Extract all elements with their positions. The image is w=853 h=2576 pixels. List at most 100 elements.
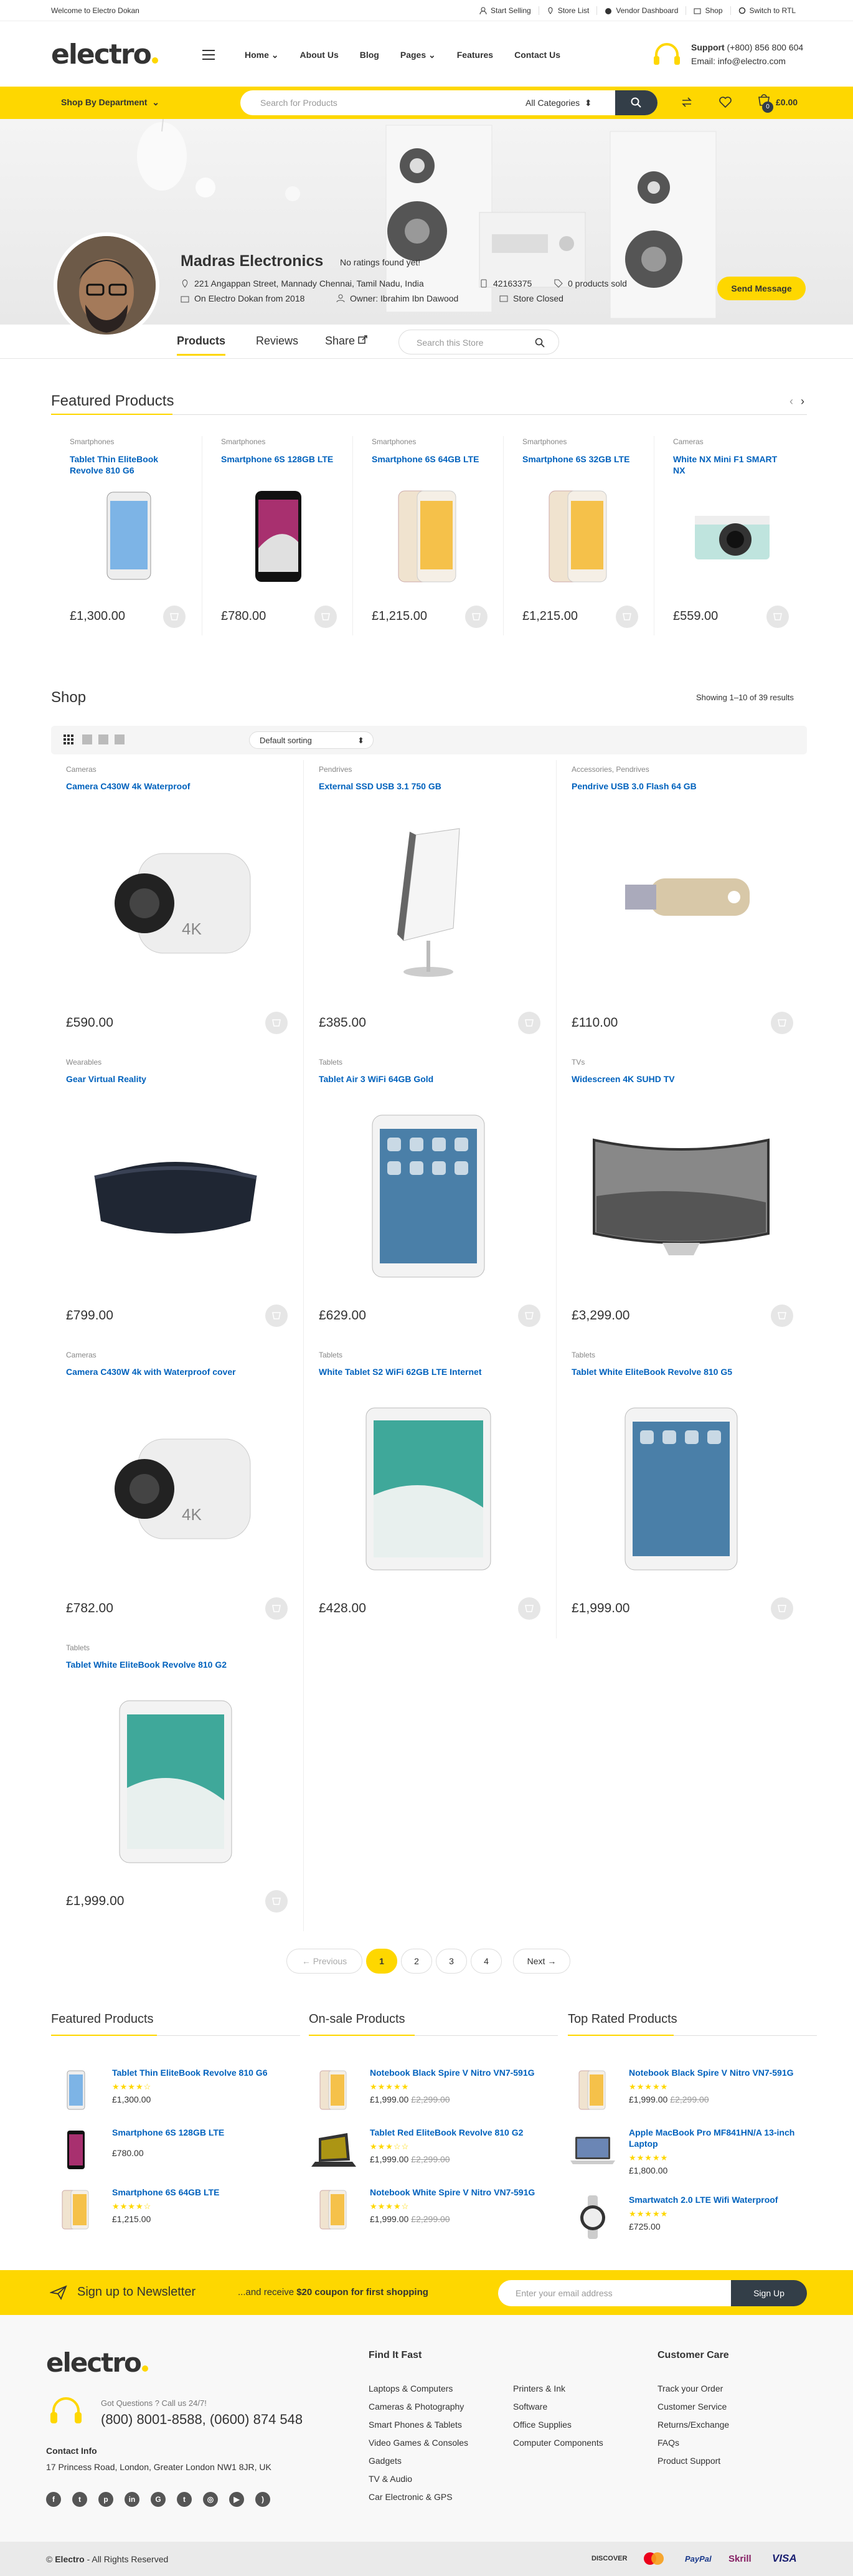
sign-up-button[interactable]: Sign Up xyxy=(731,2280,807,2306)
add-to-cart-button[interactable] xyxy=(771,1305,793,1327)
footer-link[interactable]: Customer Service xyxy=(657,2402,727,2412)
pagination-page-1[interactable]: 1 xyxy=(366,1949,397,1974)
list-item[interactable]: Smartwatch 2.0 LTE Wifi Waterproof ★★★★★… xyxy=(568,2194,817,2250)
featured-card[interactable]: Cameras White NX Mini F1 SMART NX £559.0… xyxy=(654,436,804,635)
tab-products[interactable]: Products xyxy=(177,335,226,356)
list-item[interactable]: Notebook Black Spire V Nitro VN7-591G ★★… xyxy=(568,2067,817,2123)
tab-reviews[interactable]: Reviews xyxy=(256,335,298,348)
tab-share[interactable]: Share xyxy=(325,335,368,348)
pinterest-icon[interactable]: p xyxy=(98,2492,113,2507)
product-card[interactable]: Tablets Tablet White EliteBook Revolve 8… xyxy=(51,1638,304,1931)
footer-link[interactable]: Printers & Ink xyxy=(513,2384,565,2393)
list-item[interactable]: Smartphone 6S 128GB LTE £780.00 xyxy=(51,2127,300,2183)
footer-link[interactable]: Cameras & Photography xyxy=(369,2402,464,2412)
add-to-cart-button[interactable] xyxy=(766,606,789,628)
compare-icon[interactable] xyxy=(680,95,694,109)
footer-link[interactable]: Gadgets xyxy=(369,2456,402,2466)
product-card[interactable]: Cameras Camera C430W 4k with Waterproof … xyxy=(51,1346,304,1638)
nav-features[interactable]: Features xyxy=(457,50,493,60)
send-message-button[interactable]: Send Message xyxy=(717,277,806,300)
list-item[interactable]: Apple MacBook Pro MF841HN/A 13-inch Lapt… xyxy=(568,2127,817,2183)
carousel-prev-icon[interactable]: ‹ xyxy=(789,395,793,408)
google-plus-icon[interactable]: G xyxy=(151,2492,166,2507)
search-input[interactable]: Search for Products xyxy=(260,98,337,108)
store-search[interactable]: Search this Store xyxy=(398,330,559,354)
category-select[interactable]: All Categories ⬍ xyxy=(525,98,592,108)
list-item[interactable]: Notebook White Spire V Nitro VN7-591G ★★… xyxy=(309,2187,558,2243)
footer-link[interactable]: Computer Components xyxy=(513,2438,603,2448)
add-to-cart-button[interactable] xyxy=(771,1597,793,1620)
footer-link[interactable]: Product Support xyxy=(657,2456,720,2466)
footer-link[interactable]: Software xyxy=(513,2402,547,2412)
wishlist-heart-icon[interactable] xyxy=(719,95,732,109)
nav-blog[interactable]: Blog xyxy=(360,50,379,60)
nav-pages[interactable]: Pages ⌄ xyxy=(400,50,436,60)
pagination-previous[interactable]: ← Previous xyxy=(286,1949,362,1974)
facebook-icon[interactable]: f xyxy=(46,2492,61,2507)
pagination-page-2[interactable]: 2 xyxy=(401,1949,432,1974)
product-card[interactable]: Wearables Gear Virtual Reality £799.00 xyxy=(51,1053,304,1346)
add-to-cart-button[interactable] xyxy=(265,1597,288,1620)
add-to-cart-button[interactable] xyxy=(616,606,638,628)
nav-home[interactable]: Home ⌄ xyxy=(245,50,279,60)
pagination-page-3[interactable]: 3 xyxy=(436,1949,467,1974)
footer-link[interactable]: Car Electronic & GPS xyxy=(369,2492,453,2502)
hamburger-menu-icon[interactable] xyxy=(202,50,215,60)
add-to-cart-button[interactable] xyxy=(518,1597,540,1620)
start-selling-link[interactable]: Start Selling xyxy=(472,6,539,15)
add-to-cart-button[interactable] xyxy=(518,1305,540,1327)
pagination-page-4[interactable]: 4 xyxy=(471,1949,502,1974)
search-button[interactable] xyxy=(615,90,657,115)
store-list-link[interactable]: Store List xyxy=(538,6,597,15)
instagram-icon[interactable]: ◎ xyxy=(203,2492,218,2507)
store-search-input[interactable]: Search this Store xyxy=(417,338,483,348)
featured-card[interactable]: Smartphones Tablet Thin EliteBook Revolv… xyxy=(51,436,202,635)
tumblr-icon[interactable]: t xyxy=(177,2492,192,2507)
product-card[interactable]: Pendrives External SSD USB 3.1 750 GB £3… xyxy=(304,760,557,1053)
list-item[interactable]: Smartphone 6S 64GB LTE ★★★★☆ £1,215.00 xyxy=(51,2187,300,2243)
footer-link[interactable]: Returns/Exchange xyxy=(657,2420,729,2430)
product-card[interactable]: Tablets Tablet Air 3 WiFi 64GB Gold £629… xyxy=(304,1053,557,1346)
nav-contact[interactable]: Contact Us xyxy=(514,50,560,60)
twitter-icon[interactable]: t xyxy=(72,2492,87,2507)
add-to-cart-button[interactable] xyxy=(265,1890,288,1913)
pagination-next[interactable]: Next → xyxy=(513,1949,570,1974)
list-item[interactable]: Tablet Thin EliteBook Revolve 810 G6 ★★★… xyxy=(51,2067,300,2123)
add-to-cart-button[interactable] xyxy=(163,606,186,628)
add-to-cart-button[interactable] xyxy=(518,1012,540,1034)
featured-card[interactable]: Smartphones Smartphone 6S 64GB LTE £1,21… xyxy=(352,436,503,635)
product-card[interactable]: Tablets Tablet White EliteBook Revolve 8… xyxy=(557,1346,809,1638)
list-item[interactable]: Notebook Black Spire V Nitro VN7-591G ★★… xyxy=(309,2067,558,2123)
footer-link[interactable]: Smart Phones & Tablets xyxy=(369,2420,462,2430)
footer-link[interactable]: Office Supplies xyxy=(513,2420,572,2430)
cart-button[interactable]: 0 xyxy=(757,94,773,113)
footer-logo[interactable]: electro xyxy=(46,2347,148,2378)
footer-link[interactable]: FAQs xyxy=(657,2438,679,2448)
sort-select[interactable]: Default sorting ⬍ xyxy=(249,731,374,749)
add-to-cart-button[interactable] xyxy=(265,1012,288,1034)
featured-card[interactable]: Smartphones Smartphone 6S 32GB LTE £1,21… xyxy=(503,436,654,635)
shop-link[interactable]: Shop xyxy=(686,6,730,15)
youtube-icon[interactable]: ▶ xyxy=(229,2492,244,2507)
add-to-cart-button[interactable] xyxy=(314,606,337,628)
footer-link[interactable]: TV & Audio xyxy=(369,2474,412,2484)
footer-link[interactable]: Video Games & Consoles xyxy=(369,2438,468,2448)
switch-rtl-link[interactable]: Switch to RTL xyxy=(730,6,803,15)
carousel-next-icon[interactable]: › xyxy=(801,395,804,408)
add-to-cart-button[interactable] xyxy=(771,1012,793,1034)
featured-card[interactable]: Smartphones Smartphone 6S 128GB LTE £780… xyxy=(202,436,352,635)
add-to-cart-button[interactable] xyxy=(265,1305,288,1327)
footer-link[interactable]: Laptops & Computers xyxy=(369,2384,453,2393)
product-card[interactable]: Cameras Camera C430W 4k Waterproof 4K £5… xyxy=(51,760,304,1053)
linkedin-icon[interactable]: in xyxy=(125,2492,139,2507)
newsletter-email-input[interactable]: Enter your email address xyxy=(498,2280,735,2306)
vendor-dashboard-link[interactable]: Vendor Dashboard xyxy=(596,6,686,15)
shop-by-department-button[interactable]: Shop By Department ⌄ xyxy=(61,97,159,108)
product-card[interactable]: TVs Widescreen 4K SUHD TV £3,299.00 xyxy=(557,1053,809,1346)
add-to-cart-button[interactable] xyxy=(465,606,488,628)
footer-link[interactable]: Track your Order xyxy=(657,2384,723,2393)
site-logo[interactable]: electro xyxy=(51,39,158,70)
product-card[interactable]: Tablets White Tablet S2 WiFi 62GB LTE In… xyxy=(304,1346,557,1638)
nav-about[interactable]: About Us xyxy=(300,50,339,60)
rss-icon[interactable]: ) xyxy=(255,2492,270,2507)
